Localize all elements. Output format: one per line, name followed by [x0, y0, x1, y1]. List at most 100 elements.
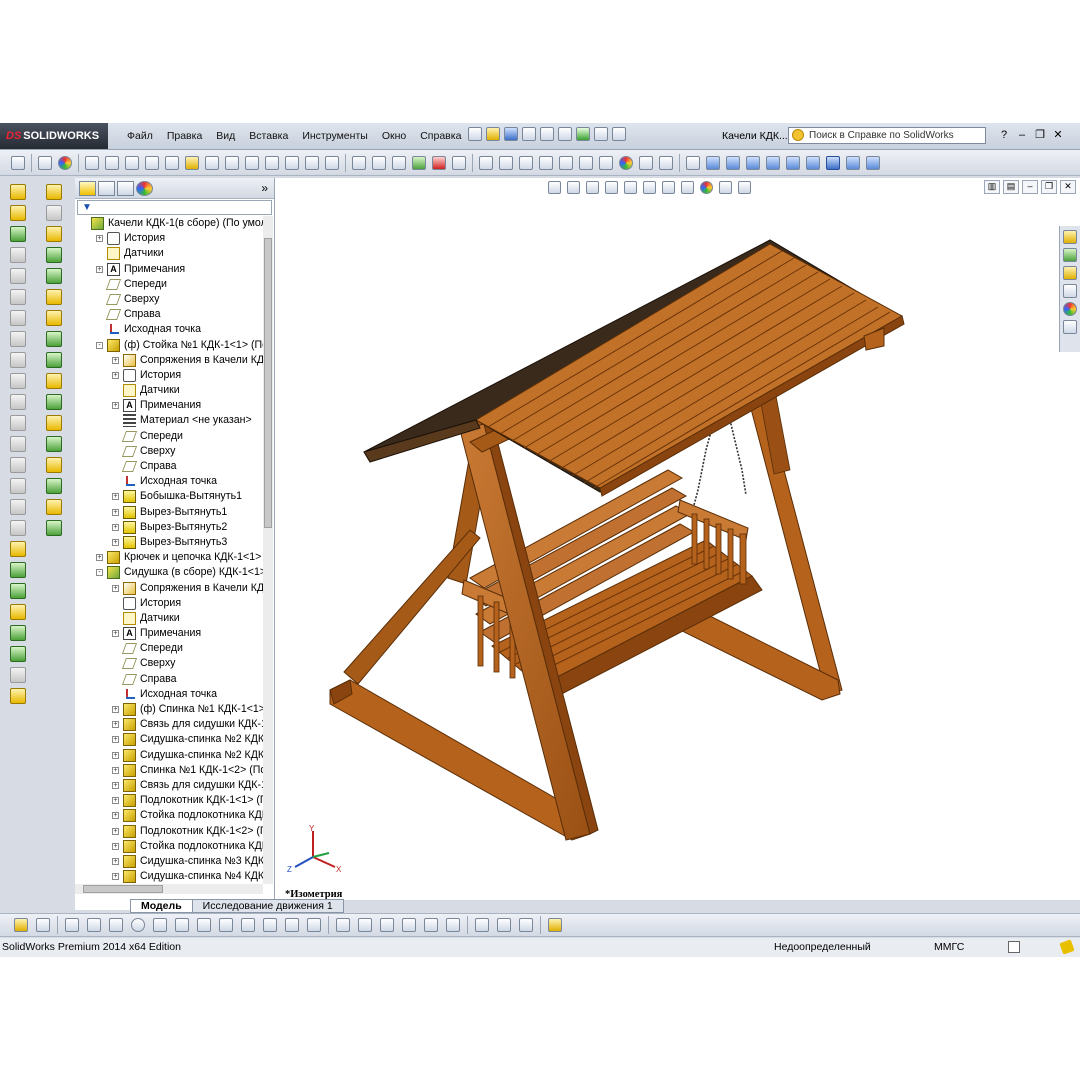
tree-expand-toggle[interactable]: + [96, 235, 103, 243]
sustainability-icon[interactable] [412, 155, 426, 170]
explode-line-sketch-icon[interactable] [46, 415, 62, 431]
tree-item[interactable]: Спереди [75, 277, 263, 292]
restore-button[interactable]: ❐ [1032, 127, 1048, 143]
tree-item[interactable]: + Сидушка-спинка №4 КДК-1< [75, 869, 263, 884]
tree-expand-toggle[interactable]: + [112, 523, 119, 531]
tree-item[interactable]: Сверху [75, 656, 263, 671]
zoom-to-fit-icon[interactable] [479, 155, 493, 170]
tree-item[interactable]: + Подлокотник КДК-1<1> (По у [75, 793, 263, 808]
tree-item[interactable]: Справа [75, 672, 263, 687]
tree-item[interactable]: + История [75, 368, 263, 383]
tree-item[interactable]: + Спинка №1 КДК-1<2> (По ум [75, 763, 263, 778]
front-view-icon[interactable] [706, 155, 720, 170]
smart-fasteners-icon[interactable] [46, 247, 62, 263]
tree-item[interactable]: + Бобышка-Вытянуть1 [75, 489, 263, 504]
tree-expand-toggle[interactable]: + [112, 371, 119, 379]
tree-item[interactable]: Справа [75, 459, 263, 474]
options-icon[interactable] [612, 127, 626, 141]
tree-item[interactable]: + A Примечания [75, 626, 263, 641]
interference-icon[interactable] [325, 155, 339, 170]
smart-dimension-icon[interactable] [10, 205, 26, 221]
dfm-icon[interactable] [392, 155, 406, 170]
revolved-cut-icon[interactable] [10, 331, 26, 347]
trimetric-view-icon[interactable] [846, 155, 860, 170]
menu-window[interactable]: Окно [375, 130, 413, 142]
tree-item[interactable]: Датчики [75, 383, 263, 398]
tree-item[interactable]: + Сидушка-спинка №2 КДК-1< [75, 748, 263, 763]
tree-item[interactable]: + Вырез-Вытянуть2 [75, 520, 263, 535]
ellipse-icon[interactable] [197, 918, 211, 932]
interference-detection-icon[interactable] [46, 436, 62, 452]
tree-item[interactable]: + Крючек и цепочка КДК-1<1> (По [75, 550, 263, 565]
instant3d-assembly-icon[interactable] [46, 499, 62, 515]
tree-item[interactable]: + История [75, 231, 263, 246]
tree-item[interactable]: Исходная точка [75, 687, 263, 702]
chamfer-icon[interactable] [10, 415, 26, 431]
menu-view[interactable]: Вид [209, 130, 242, 142]
check-icon[interactable] [185, 155, 199, 170]
open-folder-icon[interactable] [486, 127, 500, 141]
fillet-icon[interactable] [10, 394, 26, 410]
tree-expand-toggle[interactable]: + [112, 706, 119, 713]
show-hidden-components-icon[interactable] [46, 289, 62, 305]
spline-icon[interactable] [175, 918, 189, 932]
hole-alignment-icon[interactable] [46, 478, 62, 494]
back-view-icon[interactable] [726, 155, 740, 170]
new-motion-study-icon[interactable] [46, 352, 62, 368]
minimize-button[interactable]: – [1014, 127, 1030, 143]
smart-dimension-icon[interactable] [36, 918, 50, 932]
extruded-boss-icon[interactable] [10, 226, 26, 242]
dimetric-view-icon[interactable] [866, 155, 880, 170]
move-entities-icon[interactable] [446, 918, 460, 932]
quick-snaps-icon[interactable] [519, 918, 533, 932]
menu-edit[interactable]: Правка [160, 130, 209, 142]
linear-sketch-pattern-icon[interactable] [424, 918, 438, 932]
menu-help[interactable]: Справка [413, 130, 468, 142]
view-settings-icon[interactable] [659, 155, 673, 170]
curvature-icon[interactable] [285, 155, 299, 170]
save-icon[interactable] [504, 127, 518, 141]
normal-to-icon[interactable] [686, 155, 700, 170]
draft-analysis-icon[interactable] [245, 155, 259, 170]
linear-pattern-icon[interactable] [10, 520, 26, 536]
photoview-icon[interactable] [452, 155, 466, 170]
tree-expand-toggle[interactable]: + [112, 508, 119, 516]
left-view-icon[interactable] [746, 155, 760, 170]
print-icon[interactable] [522, 127, 536, 141]
shell-icon[interactable] [10, 457, 26, 473]
hole-wizard-icon[interactable] [10, 499, 26, 515]
tree-item[interactable]: История [75, 596, 263, 611]
swept-cut-icon[interactable] [10, 352, 26, 368]
rectangle-icon[interactable] [87, 918, 101, 932]
geometry-analysis-icon[interactable] [205, 155, 219, 170]
lofted-boss-icon[interactable] [10, 289, 26, 305]
plane-icon[interactable] [10, 604, 26, 620]
select-arrow-icon[interactable] [558, 127, 572, 141]
graphics-area[interactable]: ▥ ▤ – ❐ ✕ Y X Z *Изометрия [275, 178, 1080, 900]
edit-appearance-icon[interactable] [619, 155, 633, 170]
spelling-icon[interactable] [85, 155, 99, 170]
appearance-icon[interactable] [58, 155, 72, 170]
tree-expand-toggle[interactable]: + [112, 493, 119, 501]
configurationmanager-tab-icon[interactable] [117, 180, 134, 196]
tree-expand-toggle[interactable]: + [112, 781, 119, 789]
view-orientation-icon[interactable] [559, 155, 573, 170]
status-options-icon[interactable] [1008, 941, 1020, 953]
tree-item[interactable]: Качели КДК-1(в сборе) (По умолча [75, 216, 263, 231]
help-button[interactable]: ? [996, 127, 1012, 143]
tree-item[interactable]: - (ф) Стойка №1 КДК-1<1> (По ум [75, 338, 263, 353]
menu-file[interactable]: Файл [120, 130, 160, 142]
mass-properties-icon[interactable] [125, 155, 139, 170]
mate-icon[interactable] [46, 205, 62, 221]
tree-expand-toggle[interactable]: + [112, 721, 119, 729]
tree-filter-input[interactable]: ▼ [77, 200, 272, 215]
point-icon[interactable] [263, 918, 277, 932]
tree-expand-toggle[interactable]: + [112, 857, 119, 865]
tree-expand-toggle[interactable]: + [112, 842, 119, 850]
tree-item[interactable]: + (ф) Спинка №1 КДК-1<1> (По [75, 702, 263, 717]
tree-item[interactable]: Исходная точка [75, 474, 263, 489]
propertymanager-tab-icon[interactable] [98, 180, 115, 196]
large-assembly-icon[interactable] [46, 520, 62, 536]
tree-item[interactable]: + Сопряжения в Качели КДК-1( [75, 581, 263, 596]
zoom-to-area-icon[interactable] [499, 155, 513, 170]
